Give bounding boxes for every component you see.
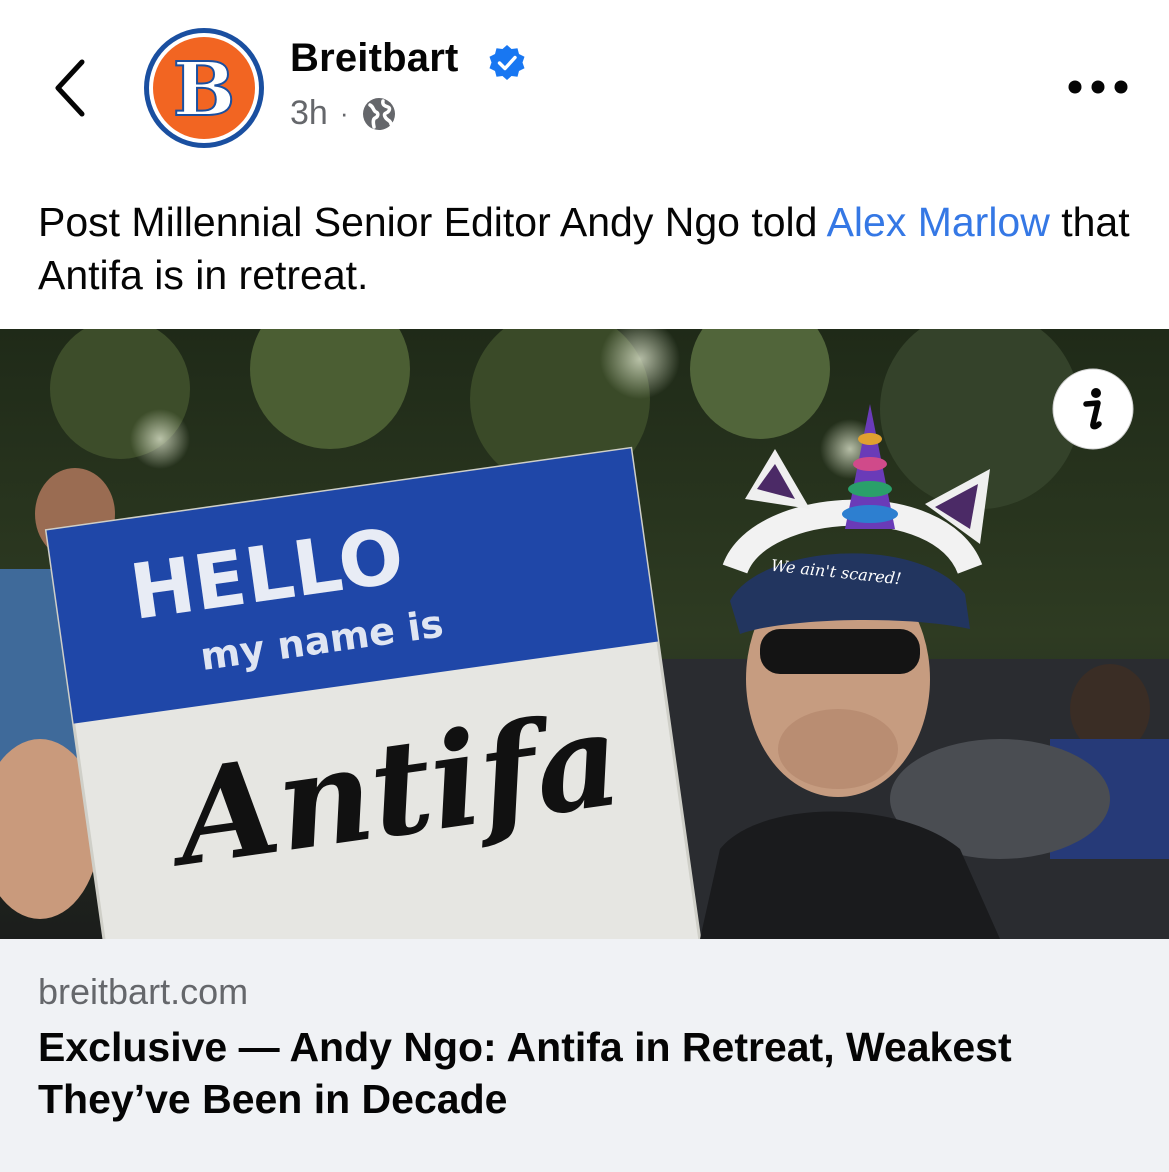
link-headline: Exclusive — Andy Ngo: Antifa in Retreat,… — [38, 1024, 1012, 1122]
page-name[interactable]: Breitbart — [290, 36, 459, 81]
info-icon — [1052, 368, 1134, 450]
post-meta: 3h · — [290, 94, 397, 133]
chevron-left-icon — [55, 59, 85, 117]
verified-badge-icon — [489, 45, 525, 80]
info-button[interactable] — [1052, 368, 1134, 450]
meta-separator: · — [339, 98, 349, 128]
globe-icon — [362, 97, 395, 130]
hello-sign: HELLO my name is Antifa — [44, 446, 705, 939]
more-options-button[interactable] — [1062, 62, 1134, 112]
post-timestamp[interactable]: 3h — [290, 94, 328, 133]
caption-text-before: Post Millennial Senior Editor Andy Ngo t… — [38, 199, 827, 245]
mention-link[interactable]: Alex Marlow — [827, 199, 1050, 245]
page-avatar[interactable]: B — [143, 27, 265, 149]
back-button[interactable] — [44, 48, 100, 128]
post-caption: Post Millennial Senior Editor Andy Ngo t… — [38, 196, 1138, 302]
avatar-letter: B — [173, 47, 236, 133]
link-preview-card[interactable]: breitbart.com Exclusive — Andy Ngo: Anti… — [0, 939, 1169, 1172]
link-domain: breitbart.com — [38, 971, 249, 1012]
post-photo[interactable]: HELLO my name is Antifa We ain't scared! — [0, 329, 1169, 939]
ellipsis-icon — [1068, 80, 1128, 94]
post-header: B Breitbart 3h · — [0, 0, 1169, 180]
